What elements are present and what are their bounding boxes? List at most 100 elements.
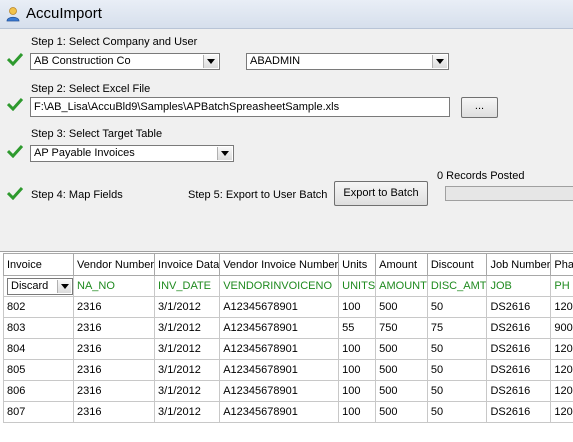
table-cell[interactable]: DS2616 — [487, 318, 551, 339]
mapping-cell[interactable]: PH — [551, 276, 573, 297]
file-path-value: F:\AB_Lisa\AccuBld9\Samples\APBatchSprea… — [34, 101, 339, 113]
chevron-down-icon[interactable] — [432, 55, 447, 68]
table-cell[interactable]: A12345678901 — [220, 339, 339, 360]
table-cell[interactable]: A12345678901 — [220, 402, 339, 423]
table-cell[interactable]: 75 — [427, 318, 487, 339]
mapping-cell[interactable]: JOB — [487, 276, 551, 297]
table-cell[interactable]: 100 — [339, 297, 376, 318]
table-cell[interactable]: 500 — [376, 339, 428, 360]
table-cell[interactable]: 50 — [427, 297, 487, 318]
column-header[interactable]: Discount — [427, 254, 487, 276]
table-cell[interactable]: DS2616 — [487, 360, 551, 381]
table-cell[interactable]: 120 — [551, 360, 573, 381]
table-cell[interactable]: 750 — [376, 318, 428, 339]
table-cell[interactable]: 3/1/2012 — [155, 297, 220, 318]
browse-button[interactable]: ... — [461, 97, 498, 118]
mapping-cell[interactable]: INV_DATE — [155, 276, 220, 297]
table-cell[interactable]: 3/1/2012 — [155, 318, 220, 339]
table-cell[interactable]: 100 — [339, 402, 376, 423]
user-select[interactable]: ABADMIN — [246, 53, 449, 70]
table-row[interactable]: 802 2316 3/1/2012 A12345678901 100 500 5… — [4, 297, 573, 318]
data-table: Invoice Vendor Number Invoice Data Vendo… — [3, 253, 573, 423]
column-header[interactable]: Amount — [376, 254, 428, 276]
table-cell[interactable]: 3/1/2012 — [155, 360, 220, 381]
user-icon — [5, 6, 21, 22]
table-cell[interactable]: A12345678901 — [220, 318, 339, 339]
table-cell[interactable]: 120 — [551, 402, 573, 423]
mapping-cell[interactable]: UNITS — [339, 276, 376, 297]
table-row[interactable]: 804 2316 3/1/2012 A12345678901 100 500 5… — [4, 339, 573, 360]
table-cell[interactable]: 55 — [339, 318, 376, 339]
table-cell[interactable]: 2316 — [74, 360, 155, 381]
file-path-input[interactable]: F:\AB_Lisa\AccuBld9\Samples\APBatchSprea… — [30, 97, 450, 117]
table-cell[interactable]: 120 — [551, 339, 573, 360]
mapping-cell[interactable]: VENDORINVOICENO — [220, 276, 339, 297]
table-cell[interactable]: A12345678901 — [220, 381, 339, 402]
table-cell[interactable]: 3/1/2012 — [155, 339, 220, 360]
step1-label: Step 1: Select Company and User — [31, 36, 197, 48]
chevron-down-icon[interactable] — [217, 147, 232, 160]
mapping-cell[interactable]: DISC_AMT — [427, 276, 487, 297]
table-cell[interactable]: DS2616 — [487, 339, 551, 360]
table-cell[interactable]: DS2616 — [487, 402, 551, 423]
mapping-row: Discard NA_NO INV_DATE VENDORINVOICENO U… — [4, 276, 573, 297]
table-cell[interactable]: 2316 — [74, 402, 155, 423]
check-icon — [7, 52, 23, 66]
column-header[interactable]: Pha — [551, 254, 573, 276]
table-cell[interactable]: 100 — [339, 339, 376, 360]
table-cell[interactable]: 804 — [4, 339, 74, 360]
column-header[interactable]: Invoice Data — [155, 254, 220, 276]
table-cell[interactable]: 120 — [551, 381, 573, 402]
check-icon — [7, 144, 23, 158]
table-cell[interactable]: A12345678901 — [220, 360, 339, 381]
column-header[interactable]: Invoice — [4, 254, 74, 276]
table-cell[interactable]: DS2616 — [487, 297, 551, 318]
import-grid[interactable]: Invoice Vendor Number Invoice Data Vendo… — [0, 251, 573, 442]
table-cell[interactable]: 500 — [376, 402, 428, 423]
table-cell[interactable]: 120 — [551, 297, 573, 318]
mapping-cell[interactable]: AMOUNT — [376, 276, 428, 297]
table-cell[interactable]: 500 — [376, 360, 428, 381]
column-header[interactable]: Vendor Number — [74, 254, 155, 276]
title-bar: AccuImport — [0, 0, 573, 29]
table-row[interactable]: 805 2316 3/1/2012 A12345678901 100 500 5… — [4, 360, 573, 381]
user-value: ABADMIN — [250, 55, 300, 67]
table-row[interactable]: 807 2316 3/1/2012 A12345678901 100 500 5… — [4, 402, 573, 423]
table-cell[interactable]: 900 — [551, 318, 573, 339]
chevron-down-icon[interactable] — [57, 280, 71, 293]
table-cell[interactable]: 3/1/2012 — [155, 402, 220, 423]
table-cell[interactable]: 803 — [4, 318, 74, 339]
table-cell[interactable]: 805 — [4, 360, 74, 381]
table-cell[interactable]: 2316 — [74, 297, 155, 318]
table-cell[interactable]: 50 — [427, 381, 487, 402]
table-cell[interactable]: 807 — [4, 402, 74, 423]
table-cell[interactable]: 100 — [339, 381, 376, 402]
table-cell[interactable]: 806 — [4, 381, 74, 402]
table-cell[interactable]: 50 — [427, 402, 487, 423]
table-cell[interactable]: A12345678901 — [220, 297, 339, 318]
table-cell[interactable]: 802 — [4, 297, 74, 318]
table-cell[interactable]: 2316 — [74, 318, 155, 339]
company-select[interactable]: AB Construction Co — [30, 53, 220, 70]
table-cell[interactable]: 500 — [376, 297, 428, 318]
chevron-down-icon[interactable] — [203, 55, 218, 68]
table-cell[interactable]: 2316 — [74, 339, 155, 360]
mapping-cell[interactable]: Discard — [4, 276, 74, 297]
table-cell[interactable]: 50 — [427, 339, 487, 360]
export-to-batch-button[interactable]: Export to Batch — [334, 181, 428, 206]
table-cell[interactable]: 100 — [339, 360, 376, 381]
discard-select[interactable]: Discard — [7, 278, 73, 295]
mapping-cell[interactable]: NA_NO — [74, 276, 155, 297]
target-table-select[interactable]: AP Payable Invoices — [30, 145, 234, 162]
table-cell[interactable]: 50 — [427, 360, 487, 381]
table-cell[interactable]: 500 — [376, 381, 428, 402]
table-cell[interactable]: 2316 — [74, 381, 155, 402]
table-row[interactable]: 803 2316 3/1/2012 A12345678901 55 750 75… — [4, 318, 573, 339]
column-header[interactable]: Job Number — [487, 254, 551, 276]
column-header[interactable]: Vendor Invoice Number — [220, 254, 339, 276]
table-cell[interactable]: DS2616 — [487, 381, 551, 402]
table-row[interactable]: 806 2316 3/1/2012 A12345678901 100 500 5… — [4, 381, 573, 402]
step2-label: Step 2: Select Excel File — [31, 83, 150, 95]
table-cell[interactable]: 3/1/2012 — [155, 381, 220, 402]
column-header[interactable]: Units — [339, 254, 376, 276]
